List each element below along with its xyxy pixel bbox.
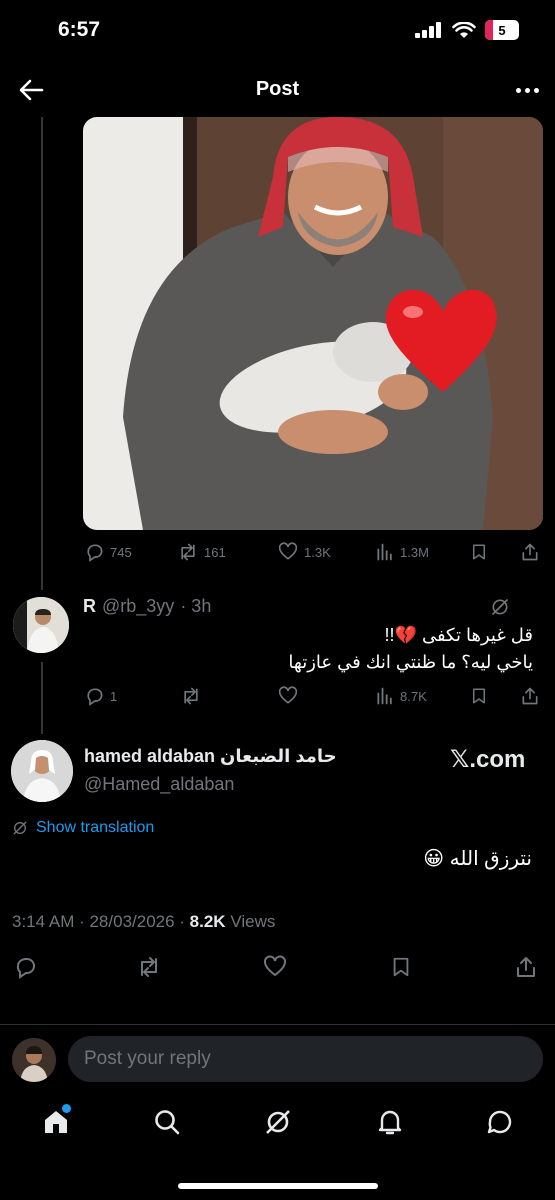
x-watermark: 𝕏.com [450, 746, 526, 773]
grok-icon [13, 821, 27, 835]
reply-author-handle[interactable]: @rb_3yy [102, 596, 174, 617]
tweet-image[interactable] [83, 117, 543, 530]
grok-icon [491, 598, 509, 616]
bookmark-action[interactable] [470, 542, 488, 562]
nav-grok[interactable] [264, 1108, 292, 1141]
reply-views-action[interactable]: 8.7K [375, 686, 427, 706]
search-icon [155, 1110, 180, 1135]
reply-avatar-image [13, 597, 69, 653]
main-author-name[interactable]: hamed aldaban حامد الضبعان [84, 746, 337, 767]
share-icon [522, 543, 538, 561]
reply-share-action[interactable] [520, 686, 540, 706]
home-indicator [178, 1183, 378, 1189]
photo-illustration [83, 117, 543, 530]
grok-icon [266, 1110, 290, 1134]
battery-level: 5 [498, 22, 506, 38]
show-translation-label: Show translation [36, 819, 155, 836]
main-like-button[interactable] [262, 954, 288, 982]
heart-icon [278, 542, 298, 560]
bookmark-icon [393, 957, 409, 976]
bottom-navigation [0, 1100, 555, 1160]
status-icons: 5 [415, 20, 519, 40]
main-post-actions [14, 954, 544, 982]
main-share-button[interactable] [514, 955, 538, 982]
message-icon [487, 1110, 512, 1134]
bookmark-icon [473, 688, 485, 704]
like-action[interactable]: 1.3K [277, 542, 331, 562]
status-time: 6:57 [58, 18, 101, 41]
repost-action[interactable]: 161 [177, 542, 226, 562]
signal-icon [415, 22, 441, 38]
main-repost-button[interactable] [136, 955, 162, 982]
repost-icon [141, 956, 157, 977]
more-dot-icon [534, 88, 539, 93]
more-options-button[interactable] [516, 88, 539, 93]
reply-icon [87, 544, 103, 562]
wifi-icon [452, 21, 476, 38]
reply-like-action[interactable] [277, 686, 299, 706]
share-action[interactable] [520, 542, 540, 562]
main-bookmark-button[interactable] [390, 955, 412, 982]
divider [0, 1024, 555, 1025]
reply-views-count: 8.7K [400, 688, 427, 704]
heart-icon [278, 686, 298, 704]
reply-text: قل غيرها تكفى 💔!! ياخي ليه؟ ما ظنتي انك … [83, 622, 533, 676]
nav-messages[interactable] [485, 1108, 515, 1141]
reply-actions: 1 8.7K [85, 684, 545, 708]
heart-icon [264, 954, 286, 976]
reply-icon [87, 688, 103, 706]
own-avatar-image [12, 1038, 56, 1082]
bookmark-icon [473, 544, 485, 560]
reply-bookmark-action[interactable] [470, 686, 488, 706]
nav-notifications[interactable] [376, 1108, 404, 1141]
post-timestamp: 3:14 AM · 28/03/2026 · [12, 912, 190, 931]
more-dot-icon [516, 88, 521, 93]
reply-icon [16, 957, 35, 979]
reply-repost-action[interactable] [180, 686, 202, 706]
main-post-text: نترزق الله 😀 [423, 848, 532, 870]
reply-text-line-1: قل غيرها تكفى 💔!! [384, 625, 533, 645]
repost-icon [184, 687, 198, 705]
post-views-count: 8.2K [189, 912, 226, 931]
post-views-label: Views [225, 912, 276, 931]
like-count: 1.3K [304, 544, 331, 560]
views-icon [377, 687, 392, 705]
battery-icon: 5 [485, 20, 519, 40]
page-title: Post [255, 78, 300, 100]
share-icon [522, 687, 538, 705]
nav-search[interactable] [153, 1108, 181, 1141]
main-reply-button[interactable] [14, 955, 38, 982]
thread-line [41, 662, 43, 734]
show-translation-link[interactable]: Show translation [12, 819, 154, 837]
reply-composer-input[interactable]: Post your reply [68, 1036, 543, 1082]
grok-button[interactable] [490, 597, 510, 622]
reply-reply-action[interactable]: 1 [85, 686, 117, 706]
views-action[interactable]: 1.3M [375, 542, 429, 562]
reply-action[interactable]: 745 [85, 542, 132, 562]
own-avatar[interactable] [12, 1038, 56, 1082]
main-avatar-image [11, 740, 73, 802]
reply-count: 745 [110, 544, 132, 560]
reply-header: R @rb_3yy · 3h [83, 596, 211, 617]
more-dot-icon [525, 88, 530, 93]
bell-icon [378, 1110, 402, 1135]
nav-home[interactable] [42, 1104, 71, 1141]
reply-timestamp: · 3h [180, 596, 212, 616]
views-icon [377, 543, 392, 561]
reply-author-name[interactable]: R [83, 596, 96, 617]
repost-count: 161 [204, 544, 226, 560]
reply-reply-count: 1 [110, 688, 118, 704]
main-author-handle[interactable]: @Hamed_aldaban [84, 774, 234, 795]
reply-avatar[interactable] [13, 597, 69, 653]
notification-dot [62, 1104, 71, 1113]
post-metadata: 3:14 AM · 28/03/2026 · 8.2K Views [12, 912, 275, 932]
thread-line [41, 117, 43, 590]
share-icon [517, 956, 535, 977]
reply-text-line-2: ياخي ليه؟ ما ظنتي انك في عازتها [288, 652, 533, 672]
views-count: 1.3M [400, 544, 429, 560]
tweet-actions: 745 161 1.3K 1.3M [85, 540, 545, 564]
repost-icon [181, 543, 195, 561]
main-avatar[interactable] [11, 740, 73, 802]
